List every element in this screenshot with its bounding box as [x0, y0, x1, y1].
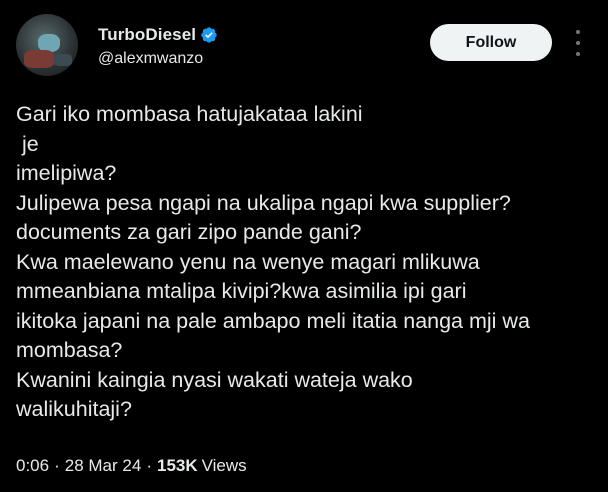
author-handle[interactable]: @alexmwanzo [98, 50, 203, 68]
tweet-text-line: documents za gari zipo pande gani? [16, 220, 362, 244]
avatar-detail [24, 50, 54, 68]
tweet-card: TurboDiesel @alexmwanzo Follow Gari iko … [0, 0, 608, 492]
verified-badge-icon [201, 27, 217, 43]
tweet-meta: 0:06 · 28 Mar 24 · 153K Views [16, 456, 247, 476]
tweet-text-line: ikitoka japani na pale ambapo meli itati… [16, 308, 530, 333]
views-count[interactable]: 153K [157, 456, 198, 476]
tweet-text-line: je [16, 131, 39, 156]
tweet-text: Gari iko mombasa hatujakataa lakini je i… [16, 100, 596, 425]
follow-button[interactable]: Follow [430, 24, 552, 61]
tweet-text-line: mmeanbiana mtalipa kivipi?kwa asimilia i… [16, 279, 467, 303]
author-display-name[interactable]: TurboDiesel [98, 25, 196, 45]
tweet-text-line: Kwa maelewano yenu na wenye magari mliku… [16, 249, 480, 274]
more-options-icon[interactable] [570, 30, 586, 56]
tweet-text-line: Julipewa pesa ngapi na ukalipa ngapi kwa… [16, 190, 511, 215]
meta-separator: · [54, 456, 60, 475]
tweet-text-line: imelipiwa? [16, 161, 117, 185]
more-dot [576, 41, 580, 45]
more-dot [576, 52, 580, 56]
tweet-text-line: walikuhitaji? [16, 397, 132, 421]
tweet-date[interactable]: 28 Mar 24 [65, 456, 142, 476]
tweet-text-line: Gari iko mombasa hatujakataa lakini [16, 102, 363, 126]
avatar[interactable] [16, 14, 78, 76]
tweet-time[interactable]: 0:06 [16, 456, 49, 476]
tweet-text-line: Kwanini kaingia nyasi wakati wateja wako [16, 367, 413, 392]
meta-separator: · [146, 456, 152, 475]
tweet-text-line: mombasa? [16, 338, 123, 362]
avatar-detail [54, 54, 72, 66]
author-name-row: TurboDiesel [98, 25, 218, 45]
more-dot [576, 30, 580, 34]
views-label: Views [201, 456, 247, 475]
